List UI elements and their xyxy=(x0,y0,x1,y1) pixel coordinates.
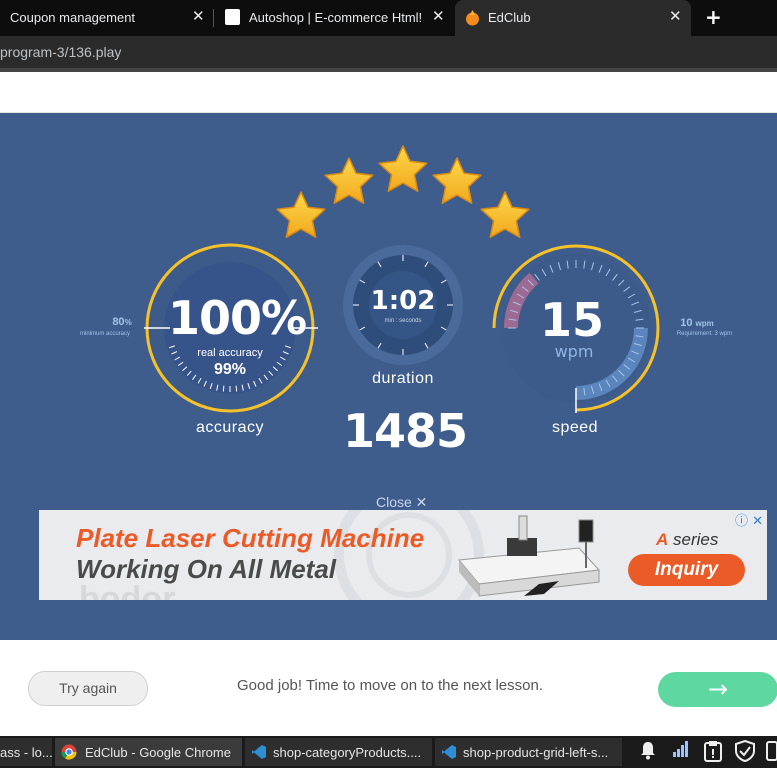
arrow-right-icon: → xyxy=(707,675,729,703)
tab-close-icon[interactable]: ✕ xyxy=(192,7,205,25)
notification-bell-icon[interactable] xyxy=(639,740,657,764)
duration-value: 1:02 xyxy=(370,286,436,316)
speed-requirement-number: 10 xyxy=(680,317,693,329)
try-again-button[interactable]: Try again xyxy=(28,671,148,706)
page-header xyxy=(0,72,777,113)
address-bar[interactable]: program-3/136.play xyxy=(0,36,777,68)
ad-series-prefix: A xyxy=(656,530,669,549)
result-panel: 100% real accuracy 99% accuracy 80% mini… xyxy=(0,113,777,640)
close-ad-button[interactable]: Close ✕ xyxy=(376,494,427,511)
signal-icon[interactable] xyxy=(672,740,690,762)
tab-coupon-management[interactable]: Coupon management ✕ xyxy=(0,0,212,36)
ad-series-suffix: series xyxy=(673,530,719,549)
tab-edclub[interactable]: EdClub ✕ xyxy=(455,0,691,36)
os-taskbar: ass - lo... EdClub - Google Chrome shop-… xyxy=(0,736,777,768)
tab-autoshop[interactable]: Autoshop | E-commerce Html! ✕ xyxy=(216,0,452,36)
taskbar-item-label: shop-product-grid-left-s... xyxy=(463,745,609,760)
taskbar-item-label: ass - lo... xyxy=(0,745,52,760)
minimum-accuracy-unit: % xyxy=(124,318,132,327)
tab-close-icon[interactable]: ✕ xyxy=(432,7,445,25)
minimum-accuracy-number: 80 xyxy=(112,316,125,328)
lesson-action-bar: Try again Good job! Time to move on to t… xyxy=(0,640,777,733)
page-favicon-icon xyxy=(225,9,240,25)
tab-title: Autoshop | E-commerce Html! xyxy=(249,10,423,25)
ad-headline: Plate Laser Cutting Machine xyxy=(76,523,425,553)
accuracy-label: accuracy xyxy=(195,419,265,436)
gauges-graphic xyxy=(144,243,660,413)
minimum-accuracy-label: minimum accuracy xyxy=(79,331,130,337)
tab-title: Coupon management xyxy=(10,10,136,25)
adchoices-icon[interactable]: ⓘ ✕ xyxy=(735,510,763,529)
next-lesson-button[interactable]: → xyxy=(658,672,777,707)
browser-tab-bar: Coupon management ✕ Autoshop | E-commerc… xyxy=(0,0,777,36)
taskbar-item-vscode[interactable]: shop-categoryProducts.... xyxy=(245,738,432,766)
speed-label: speed xyxy=(551,419,599,436)
tab-title: EdClub xyxy=(488,10,531,25)
accuracy-value: 100% xyxy=(168,291,307,345)
vscode-icon xyxy=(441,744,457,763)
duration-label: duration xyxy=(372,370,434,387)
taskbar-item[interactable]: ass - lo... xyxy=(0,738,52,766)
ad-subheadline: Working On All Metal xyxy=(76,554,337,584)
taskbar-item-label: shop-categoryProducts.... xyxy=(273,745,422,760)
real-accuracy-label: real accuracy xyxy=(197,347,263,359)
taskbar-item-vscode[interactable]: shop-product-grid-left-s... xyxy=(435,738,622,766)
ad-banner[interactable]: bodor Plate Laser Cutting Machine Workin… xyxy=(39,510,767,600)
tab-separator xyxy=(213,9,214,27)
taskbar-item-label: EdClub - Google Chrome xyxy=(85,745,231,760)
speed-requirement-label: Requirement: 3 wpm xyxy=(676,331,733,337)
taskbar-item-chrome[interactable]: EdClub - Google Chrome xyxy=(55,738,242,766)
chrome-icon xyxy=(61,744,77,763)
new-tab-button[interactable]: + xyxy=(705,5,722,29)
edclub-favicon-icon xyxy=(464,9,481,29)
score-value: 1485 xyxy=(343,404,468,458)
gauge-tick xyxy=(235,385,238,392)
url-text[interactable]: program-3/136.play xyxy=(0,44,121,60)
duration-unit: min : seconds xyxy=(384,318,422,324)
clipboard-icon[interactable] xyxy=(703,740,723,766)
vscode-icon xyxy=(251,744,267,763)
gauge-tick xyxy=(222,385,225,392)
lesson-message: Good job! Time to move on to the next le… xyxy=(237,677,544,694)
speed-requirement-value: 10 wpm xyxy=(672,317,722,329)
inquiry-button[interactable]: Inquiry xyxy=(628,554,745,586)
speed-requirement-unit: wpm xyxy=(695,319,714,328)
tray-overflow-icon[interactable] xyxy=(766,740,777,766)
real-accuracy-value: 99% xyxy=(213,361,247,378)
speed-value: 15 xyxy=(539,293,604,347)
minimum-accuracy-value: 80% xyxy=(92,316,152,328)
shield-icon[interactable] xyxy=(734,739,756,766)
ad-series-text: A series xyxy=(656,530,718,550)
tab-close-icon[interactable]: ✕ xyxy=(669,7,682,25)
speed-unit: wpm xyxy=(554,342,594,361)
